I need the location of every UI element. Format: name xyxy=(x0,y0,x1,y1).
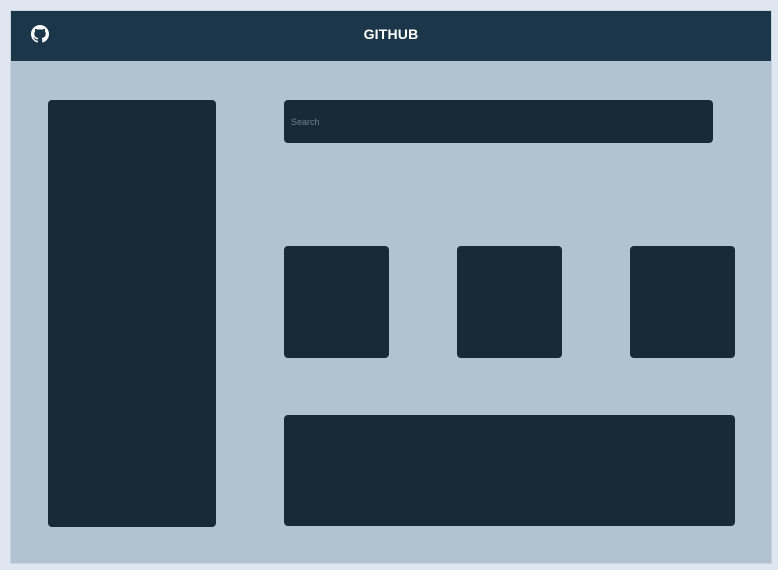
content-panel xyxy=(284,415,735,526)
stat-card-2 xyxy=(457,246,562,358)
stat-card-1 xyxy=(284,246,389,358)
app-header: GITHUB xyxy=(11,11,771,61)
app-frame: GITHUB xyxy=(10,10,772,564)
page-title: GITHUB xyxy=(363,26,419,42)
stat-card-3 xyxy=(630,246,735,358)
search-input[interactable] xyxy=(284,100,713,143)
sidebar-panel xyxy=(48,100,216,527)
